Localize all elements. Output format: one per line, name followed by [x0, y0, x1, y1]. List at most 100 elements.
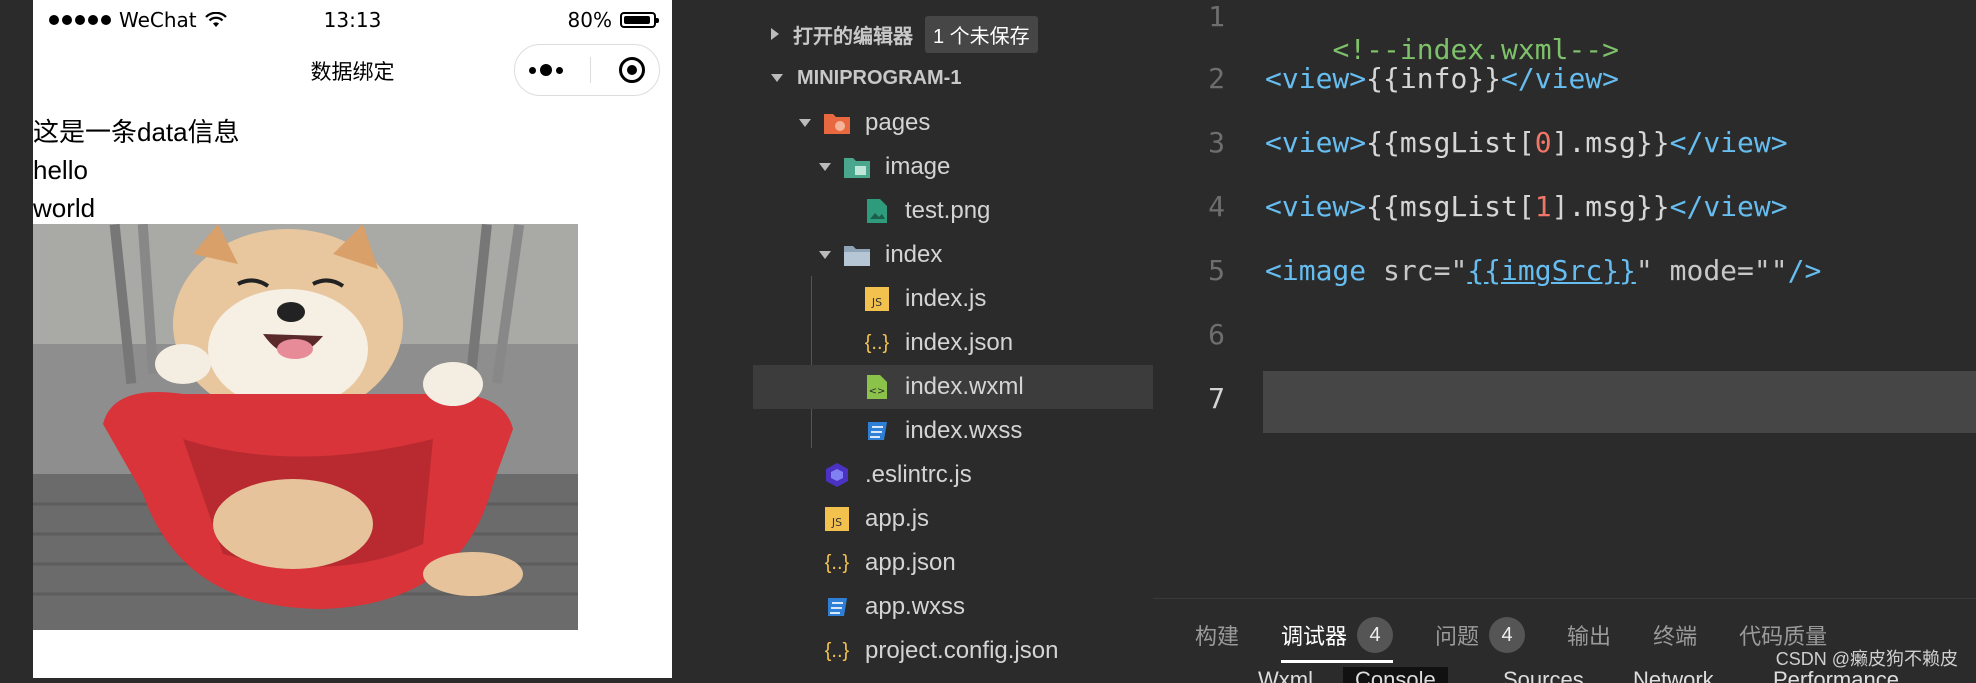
tree-item-label: test.png: [905, 197, 991, 224]
open-editors-label: 打开的编辑器: [793, 25, 913, 48]
tree-item-app-js[interactable]: JS app.js: [753, 497, 1153, 541]
tree-item-eslintrc[interactable]: .eslintrc.js: [753, 453, 1153, 497]
code-number: 0: [1534, 126, 1552, 159]
folder-pages-icon: [823, 109, 851, 137]
code-line-2[interactable]: <view>{{info}}</view>: [1265, 62, 1619, 95]
tree-item-index-json[interactable]: {..} index.json: [753, 321, 1153, 365]
tree-item-app-json[interactable]: {..} app.json: [753, 541, 1153, 585]
tree-item-index-js[interactable]: JS index.js: [753, 277, 1153, 321]
count-badge: 4: [1357, 617, 1394, 653]
line-number: 1: [1208, 0, 1225, 33]
code-editor[interactable]: 1 2 3 4 5 6 7 <!--index.wxml--> <view>{{…: [1153, 0, 1976, 598]
tree-item-label: pages: [865, 109, 931, 136]
tree-item-label: index.js: [905, 285, 987, 312]
folder-image-icon: [843, 153, 871, 181]
open-editors-section[interactable]: 打开的编辑器 1 个未保存: [753, 12, 1153, 56]
line-number: 4: [1208, 190, 1225, 223]
code-tag: <image: [1265, 254, 1367, 287]
line-number: 6: [1208, 318, 1225, 351]
tree-item-app-wxss[interactable]: app.wxss: [753, 585, 1153, 629]
json-file-icon: {..}: [824, 551, 850, 574]
tree-item-image[interactable]: image: [753, 145, 1153, 189]
unsaved-badge: 1 个未保存: [925, 15, 1038, 53]
eslint-file-icon: [823, 461, 851, 489]
code-line-4[interactable]: <view>{{msgList[1].msg}}</view>: [1265, 190, 1788, 223]
code-number: 1: [1534, 190, 1552, 223]
code-attribute: " mode="": [1635, 254, 1788, 287]
project-label: MINIPROGRAM-1: [797, 66, 962, 89]
code-line-3[interactable]: <view>{{msgList[0].msg}}</view>: [1265, 126, 1788, 159]
close-miniprogram-icon[interactable]: [619, 57, 646, 83]
tab-label: 构建: [1195, 624, 1240, 649]
code-tag: </view>: [1669, 126, 1788, 159]
subtab-network[interactable]: Network: [1633, 667, 1714, 683]
subtab-sources[interactable]: Sources: [1503, 667, 1584, 683]
file-explorer: 打开的编辑器 1 个未保存 MINIPROGRAM-1 pages image …: [753, 0, 1153, 678]
more-icon[interactable]: [528, 64, 563, 76]
count-badge: 4: [1489, 617, 1526, 653]
code-tag: <view>: [1265, 62, 1367, 95]
tab-problems[interactable]: 问题 4: [1435, 613, 1526, 657]
svg-text:JS: JS: [871, 296, 882, 309]
tab-debugger[interactable]: 调试器 4: [1281, 613, 1394, 663]
tab-label: 终端: [1653, 624, 1698, 649]
tree-item-pages[interactable]: pages: [753, 101, 1153, 145]
line-number-current: 7: [1208, 382, 1225, 415]
bottom-panel: 构建 调试器 4 问题 4 输出 终端 代码质量 Wxml Console Sour…: [1153, 598, 1976, 683]
code-tag: </view>: [1669, 190, 1788, 223]
battery-percent: 80%: [567, 8, 612, 32]
code-expression: ].msg}}: [1551, 126, 1670, 159]
tree-item-label: index.wxml: [905, 373, 1024, 400]
tab-terminal[interactable]: 终端: [1653, 613, 1697, 657]
css-file-icon: [863, 417, 891, 445]
expand-arrow-icon: [771, 74, 783, 82]
json-file-icon: {..}: [824, 639, 850, 662]
menu-capsule[interactable]: [514, 44, 660, 96]
project-section[interactable]: MINIPROGRAM-1: [753, 56, 1153, 100]
panel-tabs: 构建 调试器 4 问题 4 输出 终端 代码质量: [1153, 613, 1827, 663]
capsule-divider: [590, 57, 592, 83]
simulator-panel: WeChat 13:13 80% 数据绑定 这是一条data信息 hello w…: [0, 0, 674, 678]
image-file-icon: [863, 197, 891, 225]
code-expression: {{info}}: [1366, 62, 1502, 95]
tree-item-index-wxml[interactable]: <> index.wxml: [753, 365, 1153, 409]
code-expression: ].msg}}: [1551, 190, 1670, 223]
svg-text:JS: JS: [831, 516, 842, 529]
tree-item-label: index.wxss: [905, 417, 1023, 444]
css-file-icon: [823, 593, 851, 621]
current-line-highlight: [1263, 371, 1976, 433]
info-text: 这是一条data信息: [33, 117, 240, 147]
code-attribute: src=": [1366, 254, 1468, 287]
code-expression: {{msgList[: [1366, 190, 1535, 223]
tree-item-test-png[interactable]: test.png: [753, 189, 1153, 233]
tree-item-index-folder[interactable]: index: [753, 233, 1153, 277]
code-tag: <view>: [1265, 190, 1367, 223]
dog-swing-image: [33, 224, 578, 630]
expand-arrow-icon: [819, 163, 831, 171]
tree-item-label: .eslintrc.js: [865, 461, 972, 488]
line-number: 5: [1208, 254, 1225, 287]
tree-item-label: index: [885, 241, 943, 268]
expand-arrow-icon: [799, 119, 811, 127]
svg-text:<>: <>: [869, 386, 886, 397]
tree-item-label: app.js: [865, 505, 930, 532]
status-bar: WeChat 13:13 80%: [33, 0, 672, 40]
subtab-console[interactable]: Console: [1343, 667, 1448, 683]
json-file-icon: {..}: [864, 331, 890, 354]
page-content: 这是一条data信息 hello world: [33, 113, 240, 227]
line-number: 2: [1208, 62, 1225, 95]
subtab-wxml[interactable]: Wxml: [1258, 667, 1313, 683]
tree-item-index-wxss[interactable]: index.wxss: [753, 409, 1153, 453]
tab-build[interactable]: 构建: [1195, 613, 1239, 657]
js-file-icon: JS: [823, 505, 851, 533]
msg-text-0: hello: [33, 155, 88, 185]
code-line-5[interactable]: <image src="{{imgSrc}}" mode=""/>: [1265, 254, 1821, 287]
wxml-file-icon: <>: [863, 373, 891, 401]
tree-item-label: project.config.json: [865, 637, 1059, 664]
code-expression: {{msgList[: [1366, 126, 1535, 159]
code-tag: />: [1787, 254, 1822, 287]
tab-output[interactable]: 输出: [1567, 613, 1611, 657]
expand-arrow-icon: [819, 251, 831, 259]
code-expression-link[interactable]: {{imgSrc}}: [1467, 254, 1636, 287]
tree-item-project-config[interactable]: {..} project.config.json: [753, 629, 1153, 673]
